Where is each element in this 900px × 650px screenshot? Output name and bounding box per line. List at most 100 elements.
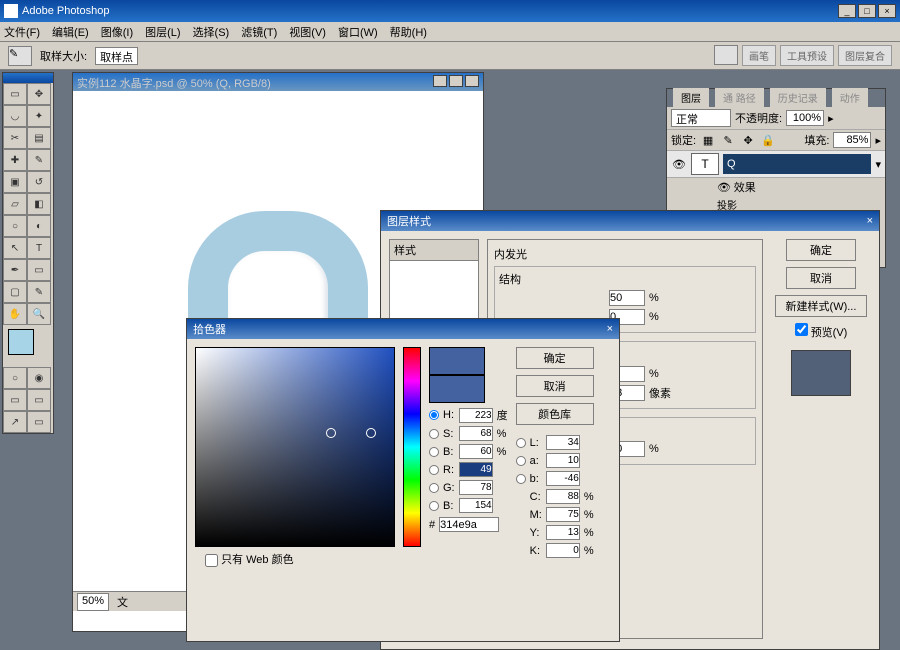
crop-tool[interactable]: ✂ bbox=[3, 127, 27, 149]
screen-mode-3[interactable]: ▭ bbox=[27, 411, 51, 433]
g-input[interactable] bbox=[459, 480, 493, 495]
radio-g[interactable] bbox=[429, 483, 439, 493]
document-titlebar[interactable]: 实例112 水晶字.psd @ 50% (Q, RGB/8) bbox=[73, 73, 483, 91]
color-picker-titlebar[interactable]: 拾色器 × bbox=[187, 319, 619, 339]
zoom-level[interactable]: 50% bbox=[77, 593, 109, 611]
a-input[interactable] bbox=[546, 453, 580, 468]
radio-a[interactable] bbox=[516, 456, 526, 466]
l-input[interactable] bbox=[546, 435, 580, 450]
menu-select[interactable]: 选择(S) bbox=[193, 24, 230, 40]
screen-mode-2[interactable]: ▭ bbox=[27, 389, 51, 411]
tab-actions[interactable]: 动作 bbox=[832, 88, 868, 107]
fill-input[interactable] bbox=[833, 132, 871, 148]
y-input[interactable] bbox=[546, 525, 580, 540]
doc-maximize-button[interactable] bbox=[449, 75, 463, 87]
b-input[interactable] bbox=[459, 444, 493, 459]
mask-mode[interactable]: ○ bbox=[3, 367, 27, 389]
layer-comps-tab[interactable]: 图层复合 bbox=[838, 45, 892, 66]
tab-history[interactable]: 历史记录 bbox=[770, 88, 826, 107]
struct-value-1[interactable] bbox=[609, 290, 645, 306]
menu-window[interactable]: 窗口(W) bbox=[338, 24, 378, 40]
maximize-button[interactable]: □ bbox=[858, 4, 876, 18]
fill-arrow-icon[interactable]: ▸ bbox=[875, 134, 881, 147]
cp-close-button[interactable]: × bbox=[607, 323, 613, 335]
palette-toggle-icon[interactable] bbox=[714, 45, 738, 65]
h-input[interactable] bbox=[459, 408, 493, 423]
radio-h[interactable] bbox=[429, 410, 439, 420]
tab-layers[interactable]: 图层 bbox=[673, 88, 709, 107]
visibility-icon[interactable]: 👁 bbox=[671, 157, 687, 171]
hex-input[interactable] bbox=[439, 517, 499, 532]
old-color-swatch[interactable] bbox=[429, 375, 485, 403]
eyedropper-tool-icon[interactable]: ✎ bbox=[8, 46, 32, 66]
stamp-tool[interactable]: ▣ bbox=[3, 171, 27, 193]
cp-cancel-button[interactable]: 取消 bbox=[516, 375, 594, 397]
layer-fx-icon[interactable]: ▾ bbox=[875, 158, 881, 171]
s-input[interactable] bbox=[459, 426, 493, 441]
notes-tool[interactable]: ▢ bbox=[3, 281, 27, 303]
shape-tool[interactable]: ▭ bbox=[27, 259, 51, 281]
doc-minimize-button[interactable] bbox=[433, 75, 447, 87]
web-only-checkbox[interactable] bbox=[205, 554, 218, 567]
radio-l[interactable] bbox=[516, 438, 526, 448]
standard-mode[interactable]: ◉ bbox=[27, 367, 51, 389]
gradient-tool[interactable]: ◧ bbox=[27, 193, 51, 215]
radio-bv[interactable] bbox=[429, 501, 439, 511]
k-input[interactable] bbox=[546, 543, 580, 558]
menu-image[interactable]: 图像(I) bbox=[101, 24, 133, 40]
eyedropper-tool[interactable]: ✎ bbox=[27, 281, 51, 303]
lock-transparency-icon[interactable]: ▦ bbox=[700, 133, 716, 147]
tab-channels[interactable]: 通 路径 bbox=[715, 88, 764, 107]
move-tool[interactable]: ✥ bbox=[27, 83, 51, 105]
lasso-tool[interactable]: ◡ bbox=[3, 105, 27, 127]
foreground-color[interactable] bbox=[8, 329, 34, 355]
ls-close-button[interactable]: × bbox=[867, 215, 873, 227]
history-brush-tool[interactable]: ↺ bbox=[27, 171, 51, 193]
layer-style-titlebar[interactable]: 图层样式 × bbox=[381, 211, 879, 231]
ls-cancel-button[interactable]: 取消 bbox=[786, 267, 856, 289]
jump-to[interactable]: ↗ bbox=[3, 411, 27, 433]
color-field[interactable] bbox=[195, 347, 395, 547]
radio-r[interactable] bbox=[429, 465, 439, 475]
hand-tool[interactable]: ✋ bbox=[3, 303, 27, 325]
screen-mode-1[interactable]: ▭ bbox=[3, 389, 27, 411]
doc-close-button[interactable] bbox=[465, 75, 479, 87]
menu-layer[interactable]: 图层(L) bbox=[145, 24, 180, 40]
lock-position-icon[interactable]: ✥ bbox=[740, 133, 756, 147]
radio-s[interactable] bbox=[429, 429, 439, 439]
menu-edit[interactable]: 编辑(E) bbox=[52, 24, 89, 40]
cp-library-button[interactable]: 颜色库 bbox=[516, 403, 594, 425]
type-tool[interactable]: T bbox=[27, 237, 51, 259]
layer-thumbnail[interactable]: T bbox=[691, 153, 719, 175]
zoom-tool[interactable]: 🔍 bbox=[27, 303, 51, 325]
lock-pixels-icon[interactable]: ✎ bbox=[720, 133, 736, 147]
preview-checkbox[interactable] bbox=[795, 323, 808, 336]
mark-new[interactable] bbox=[366, 428, 376, 438]
toolbox-header[interactable] bbox=[3, 73, 53, 83]
opacity-input[interactable] bbox=[786, 110, 824, 126]
eraser-tool[interactable]: ▱ bbox=[3, 193, 27, 215]
brush-tool[interactable]: ✎ bbox=[27, 149, 51, 171]
menu-view[interactable]: 视图(V) bbox=[289, 24, 326, 40]
lock-all-icon[interactable]: 🔒 bbox=[760, 133, 776, 147]
slice-tool[interactable]: ▤ bbox=[27, 127, 51, 149]
tool-presets-tab[interactable]: 工具预设 bbox=[780, 45, 834, 66]
cp-ok-button[interactable]: 确定 bbox=[516, 347, 594, 369]
opacity-arrow-icon[interactable]: ▸ bbox=[828, 112, 834, 125]
wand-tool[interactable]: ✦ bbox=[27, 105, 51, 127]
bv-input[interactable] bbox=[459, 498, 493, 513]
brushes-tab[interactable]: 画笔 bbox=[742, 45, 776, 66]
marquee-tool[interactable]: ▭ bbox=[3, 83, 27, 105]
path-tool[interactable]: ↖ bbox=[3, 237, 27, 259]
layer-name[interactable]: Q bbox=[723, 154, 871, 174]
menu-file[interactable]: 文件(F) bbox=[4, 24, 40, 40]
ls-ok-button[interactable]: 确定 bbox=[786, 239, 856, 261]
blend-mode-select[interactable]: 正常 bbox=[671, 109, 731, 127]
c-input[interactable] bbox=[546, 489, 580, 504]
blur-tool[interactable]: ○ bbox=[3, 215, 27, 237]
sample-size-select[interactable]: 取样点 bbox=[95, 47, 138, 65]
heal-tool[interactable]: ✚ bbox=[3, 149, 27, 171]
r-input[interactable] bbox=[459, 462, 493, 477]
dodge-tool[interactable]: ◐ bbox=[27, 215, 51, 237]
lb-input[interactable] bbox=[546, 471, 580, 486]
